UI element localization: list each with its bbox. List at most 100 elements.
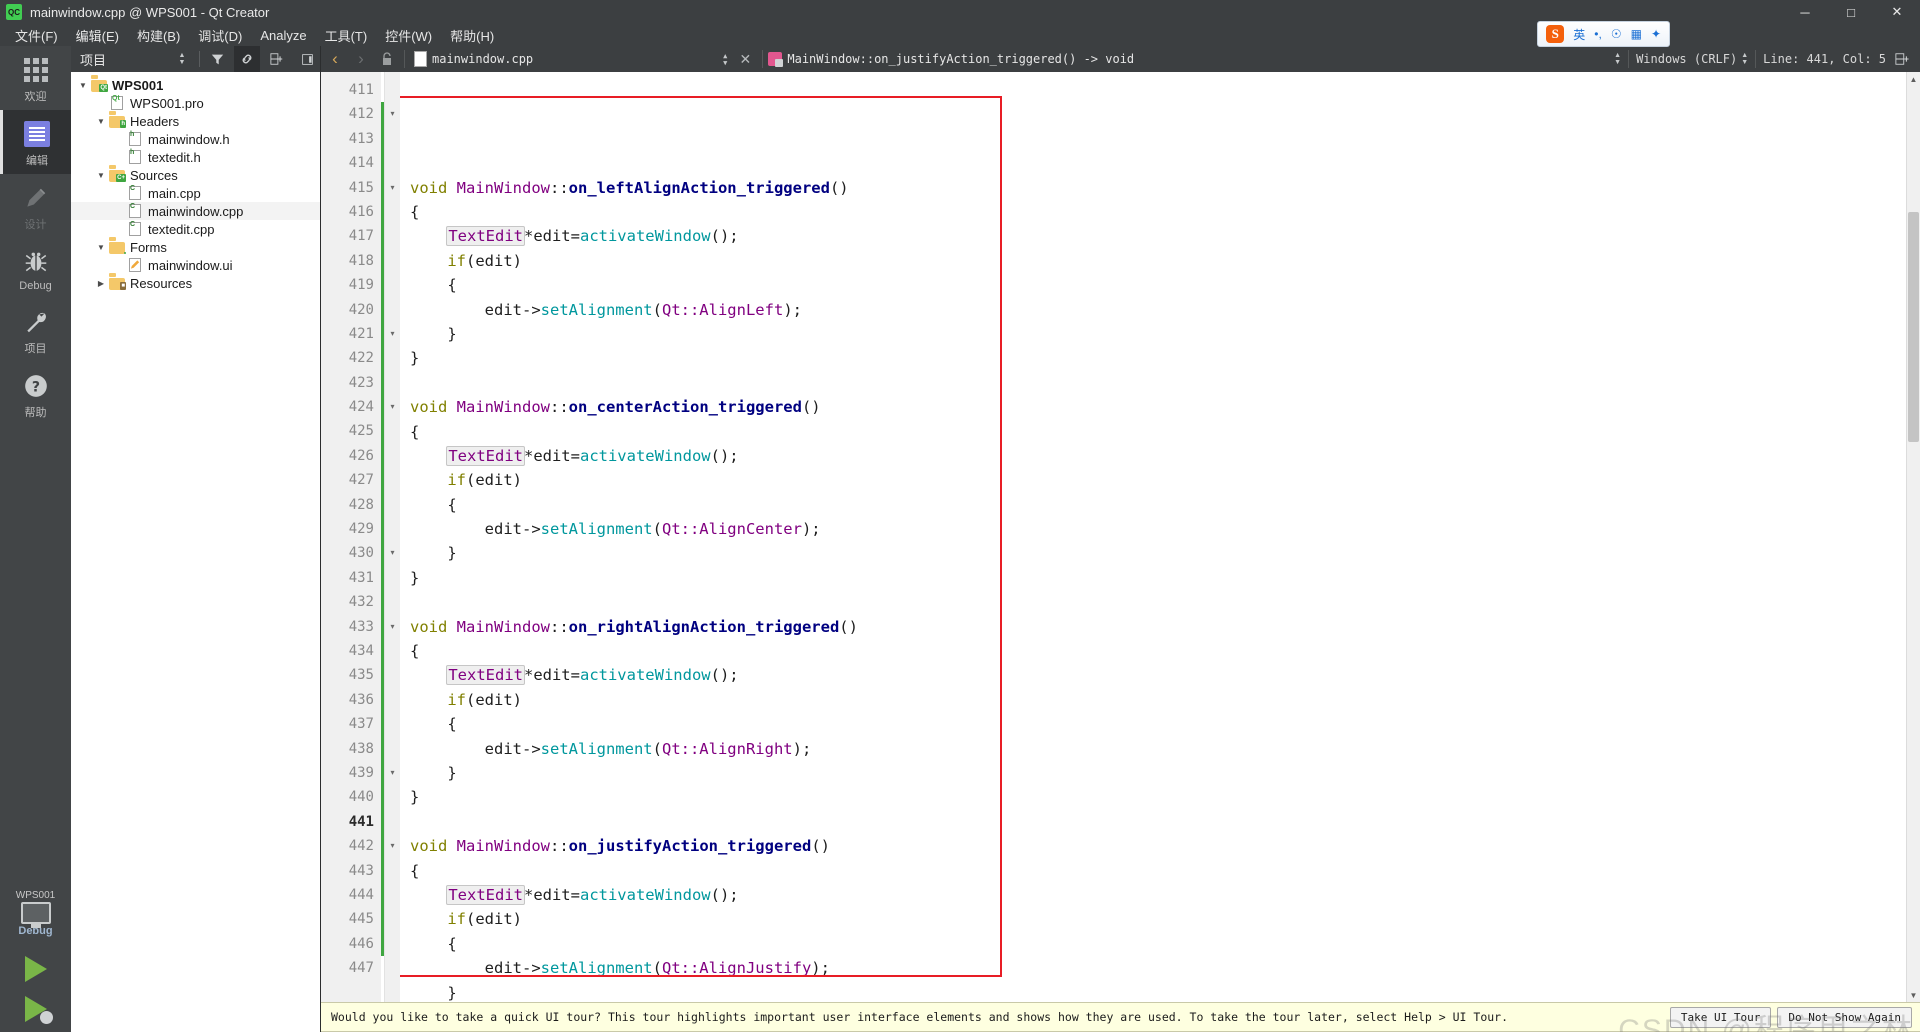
fold-toggle-icon[interactable]: ▾ <box>385 615 400 639</box>
folder-res-icon: ■ <box>109 276 126 290</box>
ime-language-mode[interactable]: 英 <box>1573 26 1585 43</box>
encoding-dropdown-icon[interactable]: ▲ ▼ <box>1741 52 1748 66</box>
ime-keyboard-icon[interactable]: ▦ <box>1631 27 1642 41</box>
tree-item-resources[interactable]: ▶ ■ Resources <box>71 274 320 292</box>
filter-icon[interactable] <box>204 46 230 72</box>
tree-item-main-cpp[interactable]: Cmain.cpp <box>71 184 320 202</box>
scroll-down-arrow-icon[interactable]: ▼ <box>1907 988 1920 1002</box>
document-dropdown-icon[interactable]: ▲ ▼ <box>723 52 727 66</box>
mode-design[interactable]: 设计 <box>0 174 71 238</box>
editor-vertical-scrollbar[interactable]: ▲ ▼ <box>1906 72 1920 1002</box>
scroll-up-arrow-icon[interactable]: ▲ <box>1907 72 1920 86</box>
take-ui-tour-button[interactable]: Take UI Tour <box>1669 1006 1772 1028</box>
fold-toggle-icon[interactable]: ▾ <box>385 834 400 858</box>
tree-item-textedit-cpp[interactable]: Ctextedit.cpp <box>71 220 320 238</box>
code-token: TextEdit <box>446 665 525 686</box>
menu-edit[interactable]: 编辑(E) <box>67 24 128 47</box>
tree-item-wps001[interactable]: ▼ Qt WPS001 <box>71 76 320 94</box>
sync-selection-icon[interactable]: ▲ ▼ <box>169 46 195 72</box>
menu-analyze[interactable]: Analyze <box>251 26 315 45</box>
chevron-down-icon[interactable]: ▼ <box>93 171 109 180</box>
tree-item-textedit-h[interactable]: h textedit.h <box>71 148 320 166</box>
main-shell: 欢迎 编辑 设计 Debug 项目 ? 帮助 WPS001 Debug 项目 ▲… <box>0 46 1920 1032</box>
link-with-editor-icon[interactable] <box>234 46 260 72</box>
maximize-button[interactable]: □ <box>1828 0 1874 24</box>
code-editor[interactable]: 411 412 413 414 415 416 417 418 419 420 421 422 423 4… <box>321 72 1920 1002</box>
menu-tools[interactable]: 工具(T) <box>316 24 377 47</box>
code-token: (); <box>710 227 739 246</box>
sogou-logo-icon[interactable]: S <box>1546 25 1565 43</box>
menu-debug[interactable]: 调试(D) <box>189 24 251 47</box>
tree-item-mainwindow-ui[interactable]: mainwindow.ui <box>71 256 320 274</box>
mode-welcome[interactable]: 欢迎 <box>0 46 71 110</box>
fold-toggle-icon[interactable]: ▾ <box>385 322 400 346</box>
run-button[interactable] <box>24 956 47 982</box>
menu-build[interactable]: 构建(B) <box>128 24 189 47</box>
code-line: if(edit) <box>410 249 1906 273</box>
close-button[interactable]: ✕ <box>1874 0 1920 24</box>
close-sidebar-icon[interactable] <box>294 46 320 72</box>
code-text-area[interactable]: void MainWindow::on_leftAlignAction_trig… <box>400 72 1906 1002</box>
mode-debug[interactable]: Debug <box>0 238 71 298</box>
fold-toggle-icon[interactable]: ▾ <box>385 761 400 785</box>
tree-item-sources[interactable]: ▼ C+ Sources <box>71 166 320 184</box>
chevron-right-icon[interactable]: ▶ <box>93 279 109 288</box>
ime-punctuation-icon[interactable]: •, <box>1594 27 1602 41</box>
navigate-back-icon[interactable]: ‹ <box>323 47 347 71</box>
menu-window[interactable]: 控件(W) <box>376 24 441 47</box>
start-debugging-button[interactable] <box>24 996 53 1024</box>
tree-item-label: Headers <box>130 113 180 129</box>
chevron-down-icon[interactable]: ▼ <box>93 243 109 252</box>
code-line: if(edit) <box>410 688 1906 712</box>
line-ending-label[interactable]: Windows (CRLF) <box>1636 52 1737 66</box>
mode-help[interactable]: ? 帮助 <box>0 362 71 426</box>
code-line: void MainWindow::on_leftAlignAction_trig… <box>410 176 1906 200</box>
tree-item-headers[interactable]: ▼ h Headers <box>71 112 320 130</box>
ime-microphone-icon[interactable]: ☉ <box>1611 27 1622 41</box>
bug-icon <box>21 247 51 277</box>
split-editor-icon[interactable] <box>1890 47 1914 71</box>
mode-design-label: 设计 <box>24 219 47 231</box>
mode-edit[interactable]: 编辑 <box>0 110 71 174</box>
menu-help[interactable]: 帮助(H) <box>441 24 503 47</box>
mode-projects[interactable]: 项目 <box>0 298 71 362</box>
split-panel-icon[interactable] <box>264 46 290 72</box>
code-folding-column[interactable]: ▾ ▾ ▾ ▾ ▾ ▾ ▾ ▾ <box>384 72 400 1002</box>
line-number: 442 <box>348 838 374 855</box>
ime-toolbox-icon[interactable]: ✦ <box>1651 27 1661 41</box>
code-token: (edit) <box>466 910 522 929</box>
minimize-button[interactable]: ─ <box>1782 0 1828 24</box>
mode-debug-label: Debug <box>19 280 52 292</box>
chevron-down-icon[interactable]: ▼ <box>75 81 91 90</box>
do-not-show-again-button[interactable]: Do Not Show Again <box>1777 1006 1912 1028</box>
code-token: (); <box>710 885 739 904</box>
line-ending-dropdown-icon[interactable]: ▲ ▼ <box>1614 52 1621 66</box>
chevron-down-icon[interactable]: ▼ <box>93 117 109 126</box>
fold-toggle-icon[interactable]: ▾ <box>385 395 400 419</box>
project-tree[interactable]: ▼ Qt WPS001 Qt WPS001.pro ▼ h Headers h mainwindo… <box>71 72 320 1032</box>
code-token: edit-> <box>410 520 541 539</box>
symbol-combo[interactable]: MainWindow::on_justifyAction_triggered()… <box>768 52 1134 67</box>
fold-toggle-icon[interactable]: ▾ <box>385 102 400 126</box>
lock-icon[interactable] <box>375 47 399 71</box>
code-token: edit-> <box>410 739 541 758</box>
tree-item-forms[interactable]: ▼ Forms <box>71 238 320 256</box>
window-title: mainwindow.cpp @ WPS001 - Qt Creator <box>30 4 270 20</box>
navigate-forward-icon[interactable]: › <box>349 47 373 71</box>
tree-item-mainwindow-cpp[interactable]: Cmainwindow.cpp <box>71 202 320 220</box>
fold-toggle-icon[interactable]: ▾ <box>385 176 400 200</box>
fold-toggle-icon[interactable]: ▾ <box>385 541 400 565</box>
line-number: 427 <box>348 472 374 489</box>
tree-item-wps001-pro[interactable]: Qt WPS001.pro <box>71 94 320 112</box>
scrollbar-thumb[interactable] <box>1908 212 1919 442</box>
close-document-icon[interactable]: ✕ <box>733 47 757 71</box>
open-documents-combo[interactable]: mainwindow.cpp ▲ ▼ <box>410 47 731 71</box>
tree-item-label: WPS001 <box>112 77 164 93</box>
kit-selector[interactable]: WPS001 Debug <box>0 884 71 943</box>
code-token: { <box>410 495 457 514</box>
menu-file[interactable]: 文件(F) <box>6 24 67 47</box>
tree-item-mainwindow-h[interactable]: h mainwindow.h <box>71 130 320 148</box>
